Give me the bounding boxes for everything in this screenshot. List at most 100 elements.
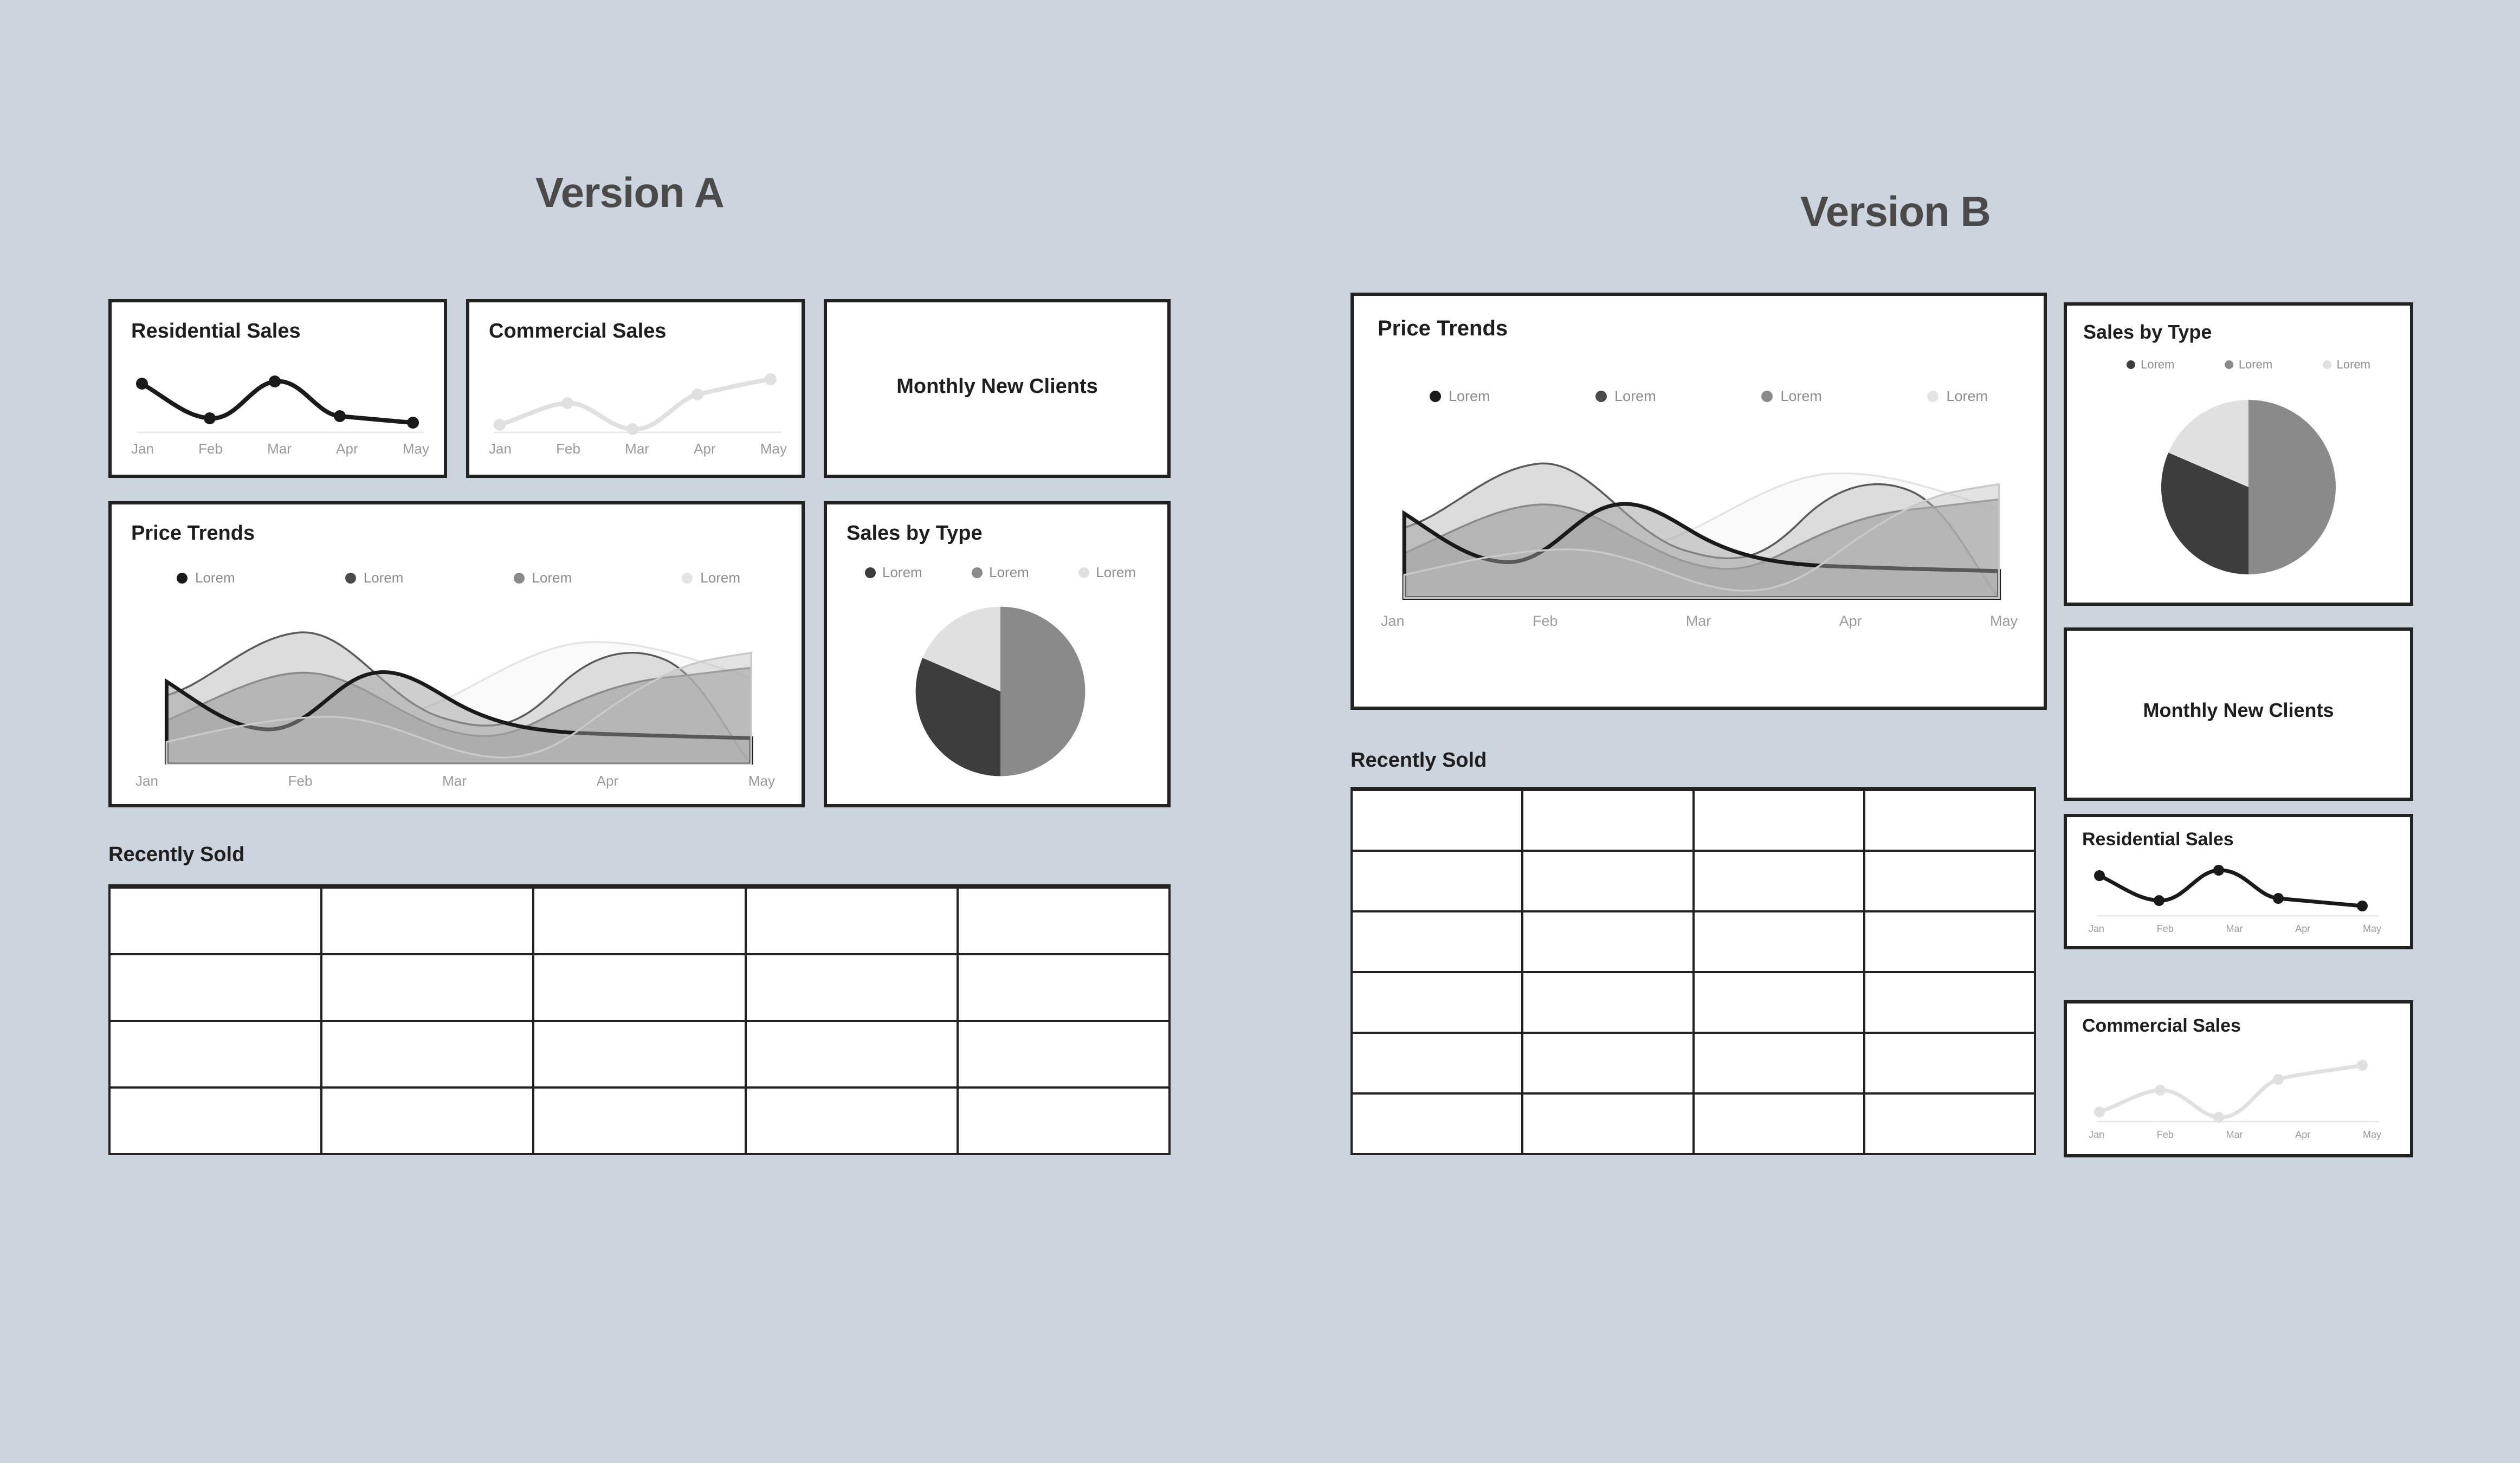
table-cell[interactable] (1692, 1092, 1865, 1155)
legend-item-1[interactable]: Lorem (2127, 358, 2174, 372)
legend-item-3[interactable]: Lorem (1078, 564, 1136, 581)
table-cell[interactable] (744, 886, 959, 955)
legend-item-2[interactable]: Lorem (2224, 358, 2272, 372)
table-cell[interactable] (1350, 850, 1524, 912)
table-row[interactable] (1350, 789, 2037, 852)
table-cell[interactable] (1350, 1032, 1524, 1095)
table-cell[interactable] (1863, 850, 2037, 912)
table-row[interactable] (108, 1086, 1171, 1155)
legend-sales-by-type-b: Lorem Lorem Lorem (2127, 358, 2370, 372)
table-cell[interactable] (1521, 850, 1695, 912)
recently-sold-table-b[interactable] (1350, 787, 2037, 1155)
table-cell[interactable] (108, 886, 323, 955)
table-cell[interactable] (744, 1020, 959, 1089)
table-cell[interactable] (1521, 910, 1695, 973)
table-cell[interactable] (108, 1086, 323, 1155)
axis-tick-jan: Jan (1381, 613, 1405, 629)
table-row[interactable] (108, 953, 1171, 1022)
table-cell[interactable] (1521, 1032, 1695, 1095)
legend-item-2[interactable]: Lorem (345, 569, 403, 586)
table-cell[interactable] (1350, 910, 1524, 973)
card-title-price-trends-a: Price Trends (131, 522, 255, 545)
card-price-trends-a[interactable]: Price Trends Lorem Lorem Lorem Lorem Jan… (108, 501, 805, 807)
table-cell[interactable] (108, 953, 323, 1022)
table-cell[interactable] (1692, 789, 1865, 852)
card-monthly-new-clients-a[interactable]: Monthly New Clients (824, 299, 1171, 478)
legend-dot-icon (682, 572, 693, 584)
legend-item-1[interactable]: Lorem (865, 564, 922, 581)
legend-item-4[interactable]: Lorem (682, 569, 740, 586)
table-cell[interactable] (320, 953, 535, 1022)
card-residential-sales-a[interactable]: Residential Sales Jan Feb Mar Apr May (108, 299, 447, 478)
legend-dot-icon (972, 567, 983, 578)
axis-tick-feb: Feb (556, 441, 580, 457)
axis-tick-feb: Feb (1532, 613, 1558, 629)
table-cell[interactable] (1521, 789, 1695, 852)
card-sales-by-type-b[interactable]: Sales by Type Lorem Lorem Lorem (2064, 302, 2413, 606)
legend-label: Lorem (989, 564, 1029, 580)
table-cell[interactable] (1521, 971, 1695, 1034)
table-cell[interactable] (1692, 910, 1865, 973)
legend-item-4[interactable]: Lorem (1927, 388, 1988, 405)
card-commercial-sales-b[interactable]: Commercial Sales Jan Feb Mar Apr May (2064, 1000, 2413, 1157)
table-cell[interactable] (1692, 850, 1865, 912)
table-row[interactable] (1350, 850, 2037, 912)
table-cell[interactable] (532, 886, 747, 955)
table-cell[interactable] (1863, 789, 2037, 852)
table-cell[interactable] (532, 953, 747, 1022)
legend-label: Lorem (1614, 388, 1656, 404)
price-trends-chart-b (1402, 462, 2001, 600)
axis-tick-apr: Apr (2295, 1129, 2311, 1140)
table-cell[interactable] (1350, 789, 1524, 852)
table-cell[interactable] (1350, 1092, 1524, 1155)
table-cell[interactable] (956, 1086, 1171, 1155)
legend-label: Lorem (2336, 358, 2370, 371)
legend-label: Lorem (2141, 358, 2175, 371)
legend-item-3[interactable]: Lorem (513, 569, 572, 586)
table-row[interactable] (1350, 910, 2037, 973)
table-cell[interactable] (320, 886, 535, 955)
table-row[interactable] (1350, 1092, 2037, 1155)
table-cell[interactable] (1863, 1032, 2037, 1095)
table-cell[interactable] (1863, 910, 2037, 973)
commercial-sales-chart-a (494, 373, 781, 435)
table-cell[interactable] (108, 1020, 323, 1089)
legend-dot-icon (1761, 391, 1773, 402)
axis-tick-feb: Feb (2156, 923, 2174, 934)
legend-dot-icon (2127, 360, 2135, 369)
table-cell[interactable] (956, 1020, 1171, 1089)
card-monthly-new-clients-b[interactable]: Monthly New Clients (2064, 627, 2413, 801)
table-cell[interactable] (956, 953, 1171, 1022)
table-cell[interactable] (1521, 1092, 1695, 1155)
card-commercial-sales-a[interactable]: Commercial Sales Jan Feb Mar Apr May (466, 299, 805, 478)
table-row[interactable] (1350, 1032, 2037, 1095)
table-cell[interactable] (744, 953, 959, 1022)
legend-item-3[interactable]: Lorem (1761, 388, 1822, 405)
legend-dot-icon (513, 572, 525, 584)
table-cell[interactable] (532, 1086, 747, 1155)
table-row[interactable] (108, 886, 1171, 955)
table-row[interactable] (1350, 971, 2037, 1034)
table-cell[interactable] (320, 1086, 535, 1155)
table-cell[interactable] (532, 1020, 747, 1089)
card-sales-by-type-a[interactable]: Sales by Type Lorem Lorem Lorem (824, 501, 1171, 807)
legend-dot-icon (345, 572, 356, 584)
table-cell[interactable] (1692, 971, 1865, 1034)
legend-item-3[interactable]: Lorem (2322, 358, 2370, 372)
table-cell[interactable] (1350, 971, 1524, 1034)
table-cell[interactable] (1863, 971, 2037, 1034)
table-cell[interactable] (1692, 1032, 1865, 1095)
card-price-trends-b[interactable]: Price Trends Lorem Lorem Lorem Lorem Jan… (1351, 293, 2047, 710)
recently-sold-table-a[interactable] (108, 884, 1171, 1155)
legend-item-2[interactable]: Lorem (972, 564, 1029, 581)
table-row[interactable] (108, 1020, 1171, 1089)
table-cell[interactable] (744, 1086, 959, 1155)
legend-item-1[interactable]: Lorem (177, 569, 235, 586)
sales-by-type-pie-chart-a (915, 606, 1085, 776)
table-cell[interactable] (1863, 1092, 2037, 1155)
legend-item-1[interactable]: Lorem (1430, 388, 1490, 405)
card-residential-sales-b[interactable]: Residential Sales Jan Feb Mar Apr May (2064, 814, 2413, 949)
table-cell[interactable] (956, 886, 1171, 955)
table-cell[interactable] (320, 1020, 535, 1089)
legend-item-2[interactable]: Lorem (1595, 388, 1656, 405)
